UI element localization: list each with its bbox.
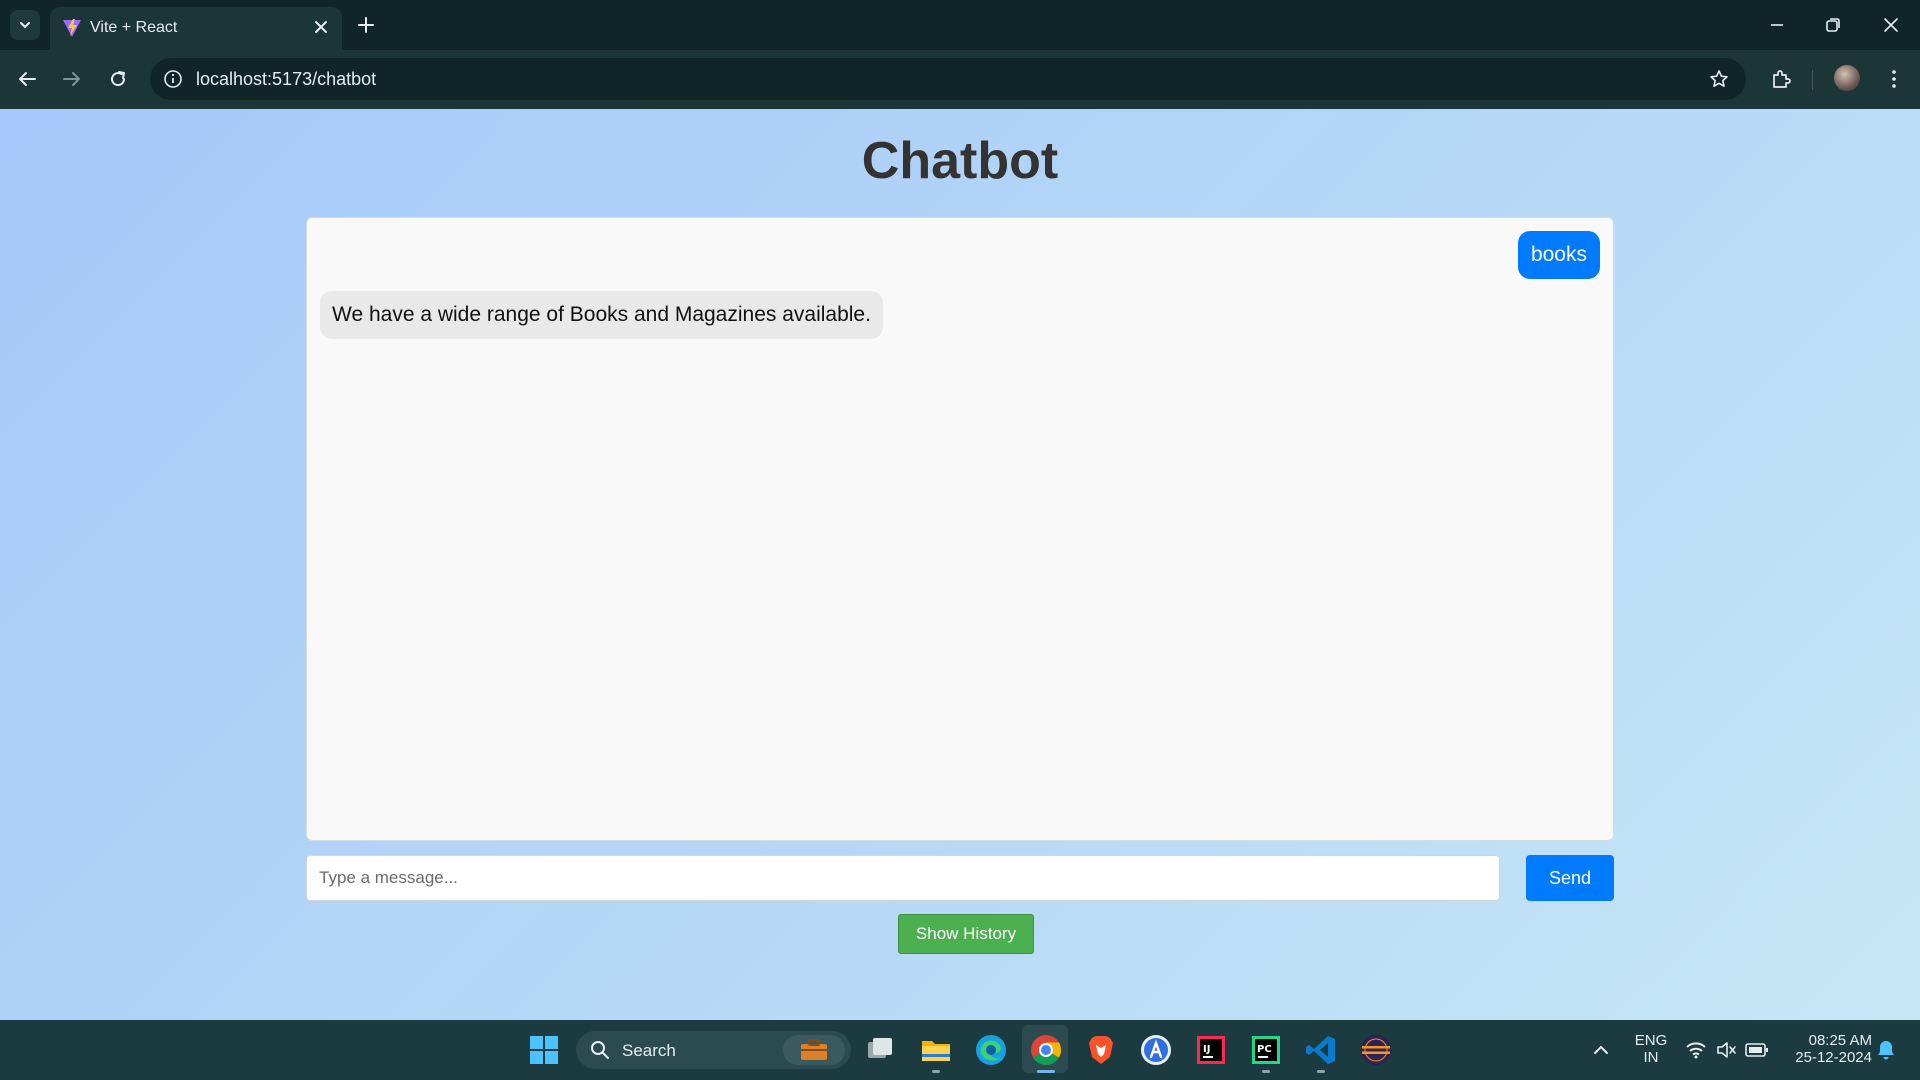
close-window-icon[interactable] bbox=[1880, 14, 1902, 36]
toolbar-divider bbox=[1812, 70, 1813, 90]
clock-time: 08:25 AM bbox=[1808, 1032, 1872, 1049]
speaker-muted-icon[interactable] bbox=[1715, 1040, 1737, 1060]
task-view-icon[interactable] bbox=[862, 1032, 898, 1068]
wifi-icon[interactable] bbox=[1685, 1040, 1707, 1060]
user-message-bubble: books bbox=[1517, 231, 1600, 279]
app-store-icon[interactable] bbox=[1138, 1032, 1174, 1068]
show-hidden-icons-chevron-icon[interactable] bbox=[1592, 1041, 1610, 1059]
file-explorer-icon[interactable] bbox=[918, 1032, 954, 1068]
vscode-icon[interactable] bbox=[1303, 1032, 1339, 1068]
clock[interactable]: 08:25 AM 25-12-2024 bbox=[1780, 1032, 1872, 1066]
browser-tab-bar: Vite + React bbox=[0, 0, 1920, 50]
chat-messages-panel[interactable]: books We have a wide range of Books and … bbox=[306, 217, 1614, 841]
edge-browser-icon[interactable] bbox=[973, 1032, 1009, 1068]
svg-text:PC: PC bbox=[1257, 1044, 1272, 1055]
notification-bell-icon[interactable] bbox=[1876, 1039, 1896, 1061]
intellij-idea-icon[interactable]: IJ bbox=[1193, 1032, 1229, 1068]
show-history-button[interactable]: Show History bbox=[898, 914, 1034, 954]
windows-taskbar: Search IJ PC ENG IN 08:25 AM 25-12-2024 bbox=[0, 1020, 1920, 1080]
tab-title: Vite + React bbox=[90, 19, 178, 36]
bookmark-star-icon[interactable] bbox=[1708, 68, 1730, 90]
profile-avatar[interactable] bbox=[1834, 65, 1860, 91]
active-indicator bbox=[1037, 1070, 1055, 1073]
url-text: localhost:5173/chatbot bbox=[196, 69, 377, 89]
clock-date: 25-12-2024 bbox=[1795, 1049, 1872, 1066]
back-arrow-icon[interactable] bbox=[15, 67, 39, 91]
running-indicator bbox=[1262, 1070, 1270, 1073]
browser-toolbar: localhost:5173/chatbot bbox=[0, 50, 1920, 109]
send-button[interactable]: Send bbox=[1526, 855, 1614, 901]
reload-icon[interactable] bbox=[106, 67, 130, 91]
battery-icon[interactable] bbox=[1745, 1042, 1769, 1058]
new-tab-icon[interactable] bbox=[355, 14, 377, 36]
search-highlight-badge bbox=[783, 1035, 845, 1065]
address-bar[interactable]: localhost:5173/chatbot bbox=[150, 58, 1746, 100]
restore-icon[interactable] bbox=[1822, 14, 1844, 36]
chevron-down-icon bbox=[20, 22, 30, 29]
running-indicator bbox=[1317, 1070, 1325, 1073]
taskbar-search-box[interactable]: Search bbox=[576, 1031, 851, 1069]
site-info-icon[interactable] bbox=[162, 68, 184, 90]
tab-search-button[interactable] bbox=[10, 10, 40, 40]
language-indicator[interactable]: ENG IN bbox=[1628, 1032, 1674, 1066]
language-code: ENG bbox=[1634, 1032, 1668, 1049]
chrome-browser-icon[interactable] bbox=[1028, 1032, 1064, 1068]
page-title: Chatbot bbox=[861, 132, 1059, 190]
message-input[interactable] bbox=[306, 855, 1500, 901]
brave-browser-icon[interactable] bbox=[1083, 1032, 1119, 1068]
vite-logo-icon bbox=[63, 19, 81, 37]
extensions-puzzle-icon[interactable] bbox=[1769, 67, 1793, 91]
chatbot-page: Chatbot books We have a wide range of Bo… bbox=[0, 109, 1920, 1020]
eclipse-ide-icon[interactable] bbox=[1358, 1032, 1394, 1068]
pycharm-icon[interactable]: PC bbox=[1248, 1032, 1284, 1068]
close-tab-icon[interactable] bbox=[312, 18, 330, 36]
running-indicator bbox=[932, 1070, 940, 1073]
more-menu-icon[interactable] bbox=[1882, 67, 1906, 91]
forward-arrow-icon[interactable] bbox=[60, 67, 84, 91]
search-label: Search bbox=[622, 1041, 676, 1060]
browser-tab[interactable]: Vite + React bbox=[50, 7, 342, 50]
language-region: IN bbox=[1643, 1049, 1659, 1066]
svg-text:IJ: IJ bbox=[1203, 1044, 1210, 1055]
search-icon bbox=[591, 1041, 609, 1059]
bot-message-bubble: We have a wide range of Books and Magazi… bbox=[320, 291, 883, 339]
briefcase-icon bbox=[801, 1039, 827, 1060]
windows-start-icon[interactable] bbox=[526, 1032, 562, 1068]
minimize-icon[interactable] bbox=[1766, 14, 1788, 36]
